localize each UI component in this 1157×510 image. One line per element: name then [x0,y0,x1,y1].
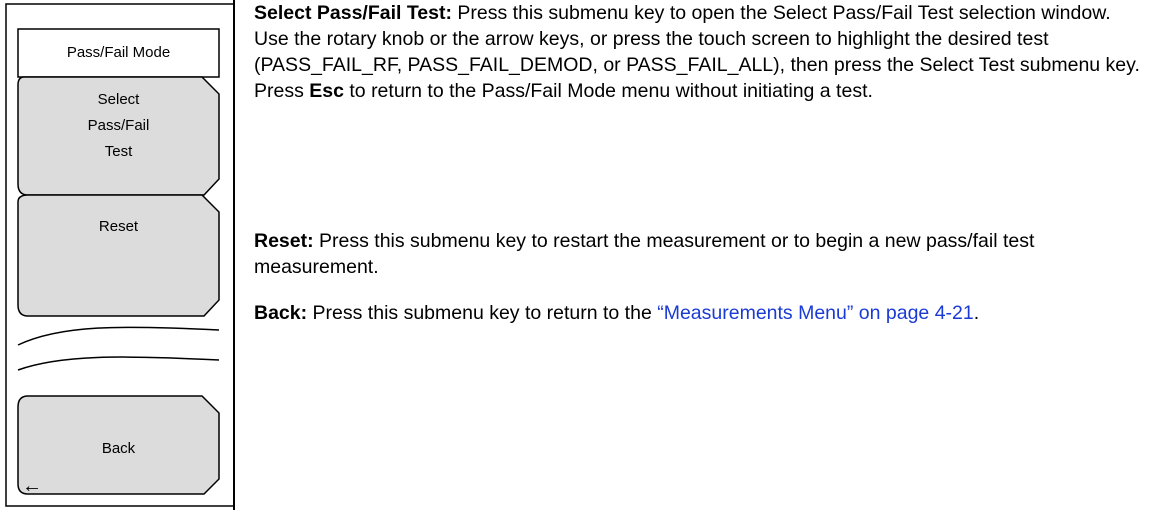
menu-title: Pass/Fail Mode [66,44,171,61]
reset-description: Reset: Press this submenu key to restart… [254,228,1144,280]
description-text: . [973,302,980,324]
key-label-line: Test [104,143,133,160]
column-divider [233,0,235,510]
empty-key-slot [17,326,220,346]
select-test-description: Select Pass/Fail Test: Press this submen… [254,0,1144,104]
key-label: Reset [98,218,139,235]
submenu-panel: Pass/Fail Mode Select Pass/Fail Test Res… [0,0,233,510]
term: Back: [254,302,308,324]
term: Select Pass/Fail Test: [254,2,452,24]
measurements-menu-link[interactable]: “Measurements Menu” on page 4-21 [657,302,974,324]
key-label: Back [101,440,136,457]
back-description: Back: Press this submenu key to return t… [254,300,1144,326]
key-reference: Esc [309,80,344,102]
key-label-line: Select [97,91,140,108]
description-text: Press this submenu key to restart the me… [254,230,1035,278]
empty-key-slot [17,356,220,371]
term: Reset: [254,230,314,252]
key-label-line: Pass/Fail [87,117,150,134]
description-text: to return to the Pass/Fail Mode menu wit… [343,80,873,102]
description-text: Press this submenu key to return to the [307,302,658,324]
reset-key[interactable]: Reset [18,214,219,242]
select-pass-fail-test-key[interactable]: Select Pass/Fail Test [18,83,219,179]
left-arrow-icon: ← [22,475,42,497]
back-key[interactable]: Back [18,436,219,464]
